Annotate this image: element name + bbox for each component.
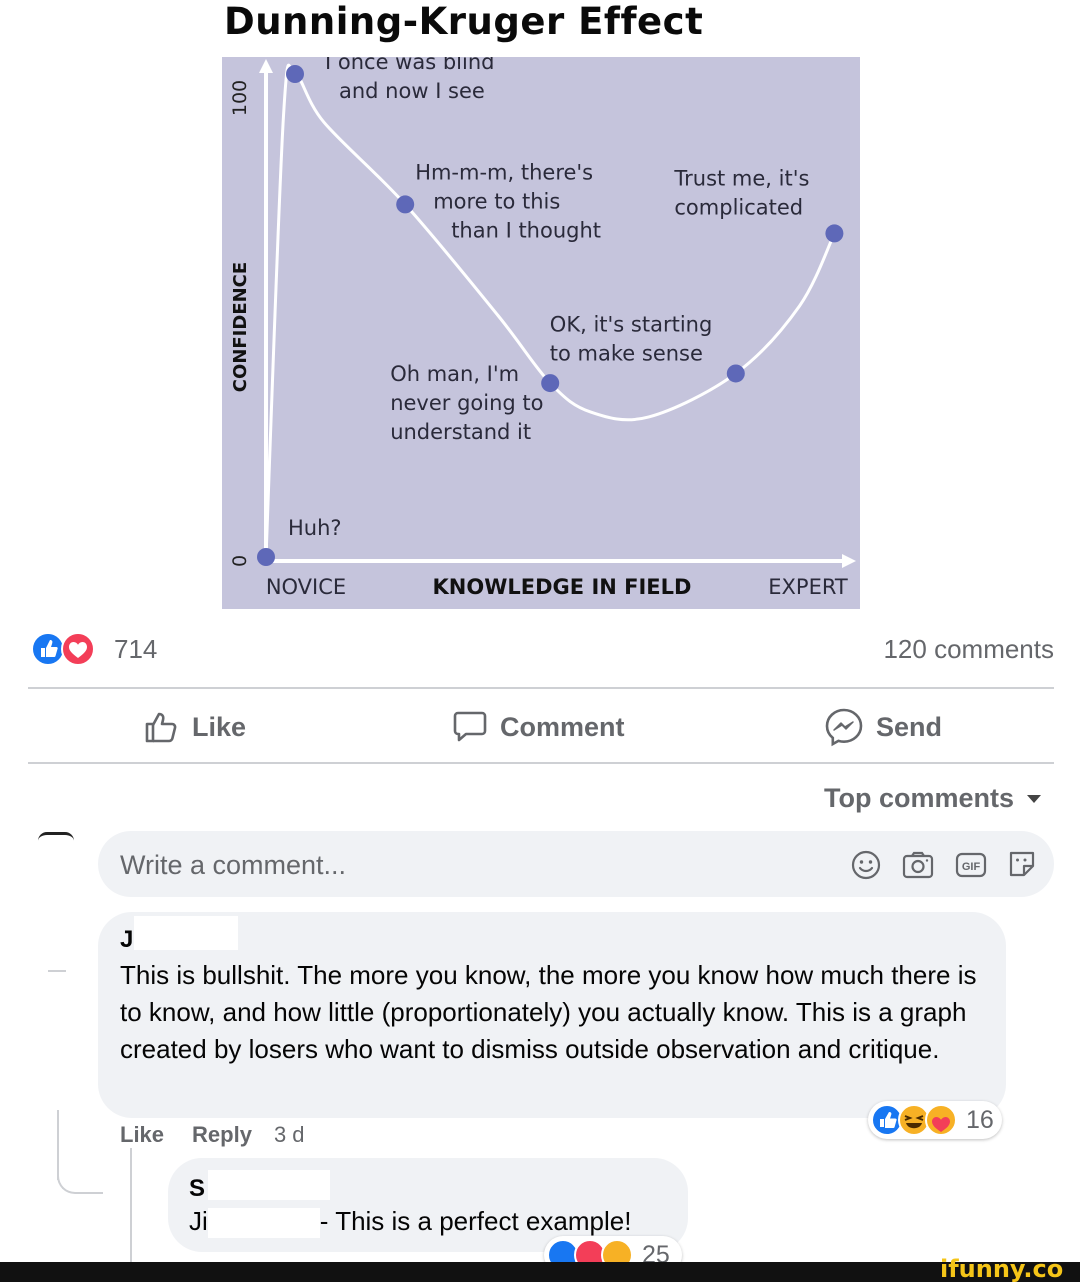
reaction-count[interactable]: 714 bbox=[114, 634, 157, 665]
divider bbox=[28, 687, 1054, 689]
curve-marker bbox=[257, 548, 275, 566]
thumbs-up-icon bbox=[145, 712, 177, 743]
send-button[interactable]: Send bbox=[824, 705, 942, 749]
curve-marker bbox=[541, 374, 560, 393]
comment-text: This is bullshit. The more you know, the… bbox=[120, 960, 977, 1064]
reaction-icons[interactable] bbox=[30, 631, 100, 667]
confidence-curve bbox=[264, 63, 836, 558]
reply-mention[interactable]: Ji bbox=[189, 1206, 208, 1236]
y-axis-arrow bbox=[259, 59, 273, 73]
caret-down-icon bbox=[1027, 794, 1041, 803]
thread-connector bbox=[48, 970, 66, 972]
chart-panel: 100 0 CONFIDENCE NOVICE KNOWLEDGE IN FIE… bbox=[222, 50, 860, 609]
comment-reply-link[interactable]: Reply bbox=[192, 1122, 252, 1148]
thread-connector bbox=[57, 1150, 103, 1194]
comment-actions: Like Reply 3 d bbox=[120, 1122, 305, 1148]
comment-sort-dropdown[interactable]: Top comments bbox=[824, 783, 1042, 814]
watermark-bar bbox=[0, 1262, 1080, 1282]
x-axis-label: KNOWLEDGE IN FIELD bbox=[433, 575, 692, 599]
divider bbox=[28, 762, 1054, 764]
sticker-icon[interactable] bbox=[1005, 847, 1039, 881]
reply-message: - This is a perfect example! bbox=[319, 1206, 632, 1236]
curve-annotation: Huh? bbox=[288, 516, 342, 540]
gif-icon[interactable]: GIF bbox=[954, 849, 988, 881]
redaction-box bbox=[208, 1170, 330, 1200]
redaction-box bbox=[207, 1208, 320, 1239]
comment-reactions[interactable]: 16 bbox=[868, 1101, 1002, 1139]
send-button-label: Send bbox=[876, 711, 943, 742]
curve-annotation: Oh man, I'm never going to understand it bbox=[390, 362, 543, 444]
reply-author[interactable]: S bbox=[189, 1175, 205, 1203]
reply-text: Ji - This is a perfect example! bbox=[189, 1203, 631, 1240]
redaction-box bbox=[134, 916, 238, 950]
y-tick-label-0: 0 bbox=[229, 555, 251, 567]
comment-input[interactable]: Write a comment... bbox=[120, 850, 346, 881]
comment-bubble[interactable]: J This is bullshit. The more you know, t… bbox=[98, 912, 1006, 1118]
chart-title: Dunning-Kruger Effect bbox=[224, 0, 704, 43]
curve-marker bbox=[726, 364, 745, 383]
curve-annotation: OK, it's starting to make sense bbox=[550, 312, 713, 365]
comments-count[interactable]: 120 comments bbox=[883, 634, 1054, 665]
curve-marker bbox=[286, 65, 304, 83]
haha-reaction-icon bbox=[898, 1104, 930, 1136]
like-button-label: Like bbox=[192, 711, 247, 742]
x-axis-arrow bbox=[842, 554, 856, 568]
comment-button[interactable]: Comment bbox=[452, 705, 625, 749]
ifunny-watermark: ifunny.co bbox=[940, 1255, 1064, 1283]
emoji-icon[interactable] bbox=[850, 849, 882, 881]
reaction-icons bbox=[871, 1104, 957, 1136]
curve-annotation: I once was blind and now I see bbox=[325, 57, 494, 103]
x-tick-label-novice: NOVICE bbox=[266, 575, 346, 599]
comment-reaction-count: 16 bbox=[966, 1105, 994, 1134]
comment-bubble-icon bbox=[453, 711, 487, 742]
y-tick-label-100: 100 bbox=[229, 80, 251, 116]
curve-marker bbox=[396, 195, 415, 214]
curve-annotation: Hm-m-m, there's more to this than I though… bbox=[415, 160, 601, 242]
comment-sort-label: Top comments bbox=[823, 783, 1014, 813]
like-button[interactable]: Like bbox=[144, 705, 246, 749]
comment-button-label: Comment bbox=[500, 711, 625, 742]
x-tick-label-expert: EXPERT bbox=[768, 575, 848, 599]
comment-author[interactable]: J bbox=[120, 926, 133, 954]
comment-timestamp[interactable]: 3 d bbox=[274, 1122, 305, 1148]
comment-like-link[interactable]: Like bbox=[120, 1122, 164, 1148]
camera-icon[interactable] bbox=[901, 849, 935, 881]
curve-annotation: Trust me, it's complicated bbox=[673, 166, 809, 219]
messenger-icon bbox=[825, 708, 863, 747]
y-axis-label: CONFIDENCE bbox=[230, 262, 251, 392]
comment-composer[interactable]: Write a comment... GIF bbox=[98, 831, 1054, 897]
curve-marker bbox=[825, 224, 844, 243]
thread-line bbox=[130, 1148, 132, 1262]
svg-text:GIF: GIF bbox=[962, 861, 981, 873]
avatar[interactable] bbox=[38, 832, 74, 841]
dunning-kruger-chart: 100 0 CONFIDENCE NOVICE KNOWLEDGE IN FIE… bbox=[229, 50, 856, 599]
